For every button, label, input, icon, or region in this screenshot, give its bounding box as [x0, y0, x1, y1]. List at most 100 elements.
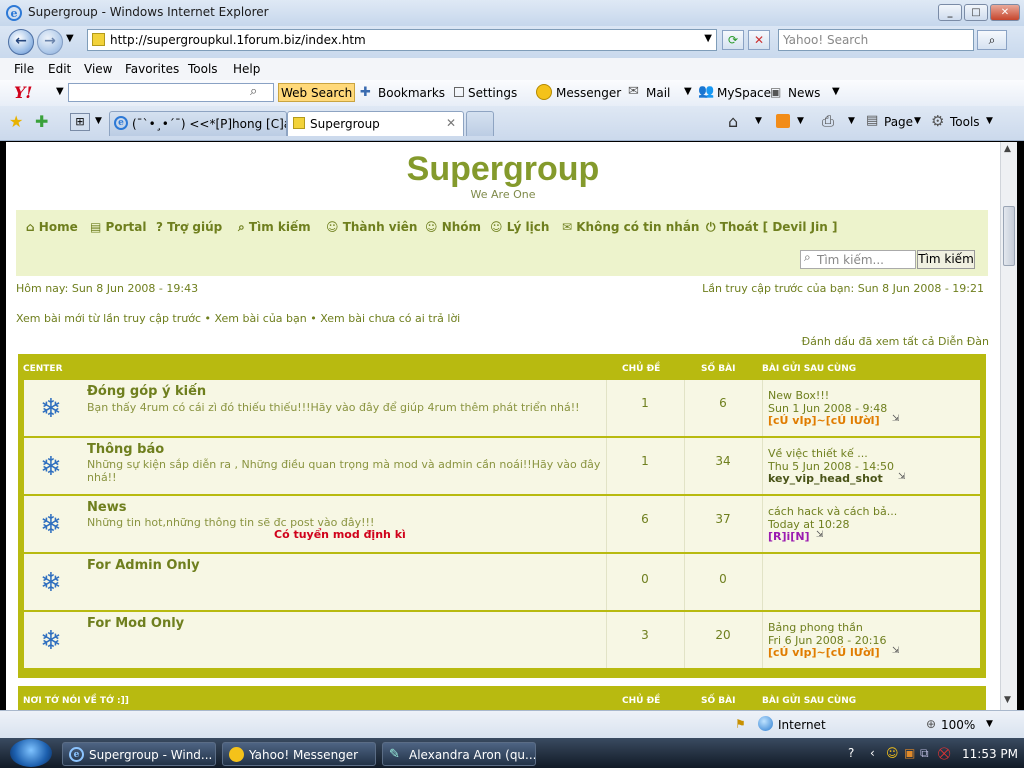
nav-portal[interactable]: ▤ Portal	[90, 220, 146, 234]
print-dropdown-icon[interactable]: ▼	[848, 116, 855, 126]
feed-dropdown-icon[interactable]: ▼	[797, 116, 804, 126]
history-dropdown-icon[interactable]: ▼	[66, 33, 74, 44]
search-links[interactable]: Xem bài mới từ lần truy cập trước • Xem …	[16, 312, 460, 325]
network-tray-icon[interactable]: ⧉	[920, 746, 929, 761]
taskbar-item-chat[interactable]: ✎ Alexandra Aron (qu...	[382, 742, 536, 766]
category-header[interactable]: CENTER	[23, 364, 63, 374]
category-header[interactable]: NƠI TỚ NÓI VỀ TỚ :]]	[23, 696, 129, 706]
nav-home[interactable]: ⌂ Home	[26, 220, 78, 234]
tab-phong-cach[interactable]: e (¯`•¸•´¯) <<*[P]hong [C]ách...	[109, 111, 287, 136]
last-post-title[interactable]: Bảng phong thần	[768, 621, 863, 634]
nav-profile[interactable]: ☺ Lý lịch	[490, 220, 549, 234]
nav-logout[interactable]: ⏻ Thoát [ Devil Jin ]	[706, 220, 837, 235]
toolbar-more-icon[interactable]: ▼	[832, 86, 840, 97]
nav-search[interactable]: ⌕ Tìm kiếm	[238, 220, 311, 235]
messenger-tray-icon[interactable]: ☺	[886, 746, 899, 760]
yahoo-toolbar-search-input[interactable]	[68, 83, 274, 102]
forward-button[interactable]: →	[37, 29, 63, 55]
start-orb-icon[interactable]	[10, 739, 52, 767]
close-tab-icon[interactable]: ✕	[446, 116, 456, 130]
forum-search-button[interactable]: Tìm kiếm	[917, 250, 975, 269]
taskbar-item-messenger[interactable]: Yahoo! Messenger	[222, 742, 376, 766]
messenger-button[interactable]: Messenger	[556, 86, 621, 100]
clock[interactable]: 11:53 PM	[962, 747, 1018, 761]
tab-list-dropdown-icon[interactable]: ▼	[95, 116, 102, 126]
minimize-button[interactable]: _	[938, 4, 962, 21]
menu-tools[interactable]: Tools	[188, 62, 218, 76]
goto-last-post-icon[interactable]: ⇲	[816, 530, 824, 540]
forum-search-input[interactable]: Tìm kiếm...	[800, 250, 916, 269]
menu-file[interactable]: File	[14, 62, 34, 76]
settings-button[interactable]: Settings	[468, 86, 517, 100]
scroll-up-icon[interactable]: ▲	[1004, 144, 1011, 154]
yahoo-logo-icon[interactable]: Y!	[14, 83, 32, 102]
zoom-dropdown-icon[interactable]: ▼	[986, 719, 993, 729]
rss-feed-icon[interactable]	[776, 114, 790, 128]
back-button[interactable]: ←	[8, 29, 34, 55]
last-post-title[interactable]: cách hack và cách bả...	[768, 505, 897, 518]
security-tray-icon[interactable]: ⛒	[938, 746, 950, 761]
nav-messages[interactable]: ✉ Không có tin nhắn	[562, 220, 699, 234]
last-post-user[interactable]: [R]i[N]	[768, 530, 810, 543]
taskbar-item-ie[interactable]: e Supergroup - Wind...	[62, 742, 216, 766]
vertical-scrollbar[interactable]: ▲ ▼	[1000, 142, 1017, 710]
print-icon[interactable]: ⎙	[822, 112, 834, 130]
forum-title[interactable]: Đóng góp ý kiến	[87, 384, 206, 399]
quick-tabs-icon[interactable]: ⊞	[70, 113, 90, 131]
menu-favorites[interactable]: Favorites	[125, 62, 179, 76]
address-dropdown-icon[interactable]: ▼	[704, 33, 712, 44]
nav-groups[interactable]: ☺ Nhóm	[425, 220, 481, 234]
home-icon[interactable]: ⌂	[728, 112, 738, 131]
goto-last-post-icon[interactable]: ⇲	[892, 414, 900, 424]
menu-help[interactable]: Help	[233, 62, 260, 76]
close-button[interactable]: ✕	[990, 4, 1020, 21]
tools-dropdown-icon[interactable]: ▼	[986, 116, 993, 126]
forum-title[interactable]: News	[87, 500, 126, 515]
page-menu-button[interactable]: Page	[884, 115, 913, 129]
scroll-down-icon[interactable]: ▼	[1004, 695, 1011, 705]
favorites-star-icon[interactable]: ★	[9, 112, 23, 131]
zoom-level[interactable]: 100%	[941, 718, 975, 732]
taskbar-label: Yahoo! Messenger	[249, 748, 359, 762]
forum-title[interactable]: For Mod Only	[87, 616, 184, 631]
tray-expand-icon[interactable]: ‹	[870, 746, 875, 760]
news-button[interactable]: News	[788, 86, 820, 100]
goto-last-post-icon[interactable]: ⇲	[898, 472, 906, 482]
maximize-button[interactable]: □	[964, 4, 988, 21]
tools-menu-button[interactable]: Tools	[950, 115, 980, 129]
last-post-user[interactable]: [cÚ vIp]~[cÚ lƯờI]	[768, 414, 880, 427]
add-favorite-icon[interactable]: ✚	[35, 112, 48, 131]
page-dropdown-icon[interactable]: ▼	[914, 116, 921, 126]
bookmarks-button[interactable]: Bookmarks	[378, 86, 445, 100]
menu-edit[interactable]: Edit	[48, 62, 71, 76]
yahoo-search-input[interactable]: Yahoo! Search	[778, 29, 974, 51]
nav-help[interactable]: ? Trợ giúp	[156, 220, 222, 234]
tray-app-icon[interactable]: ▣	[904, 746, 915, 760]
new-tab-button[interactable]	[466, 111, 494, 136]
web-search-button[interactable]: Web Search	[278, 83, 356, 102]
forum-title[interactable]: For Admin Only	[87, 558, 200, 573]
myspace-button[interactable]: MySpace	[717, 86, 771, 100]
menu-view[interactable]: View	[84, 62, 112, 76]
last-post-title[interactable]: Về việc thiết kế ...	[768, 447, 868, 460]
forum-title[interactable]: Thông báo	[87, 442, 164, 457]
refresh-button[interactable]: ⟳	[722, 30, 744, 50]
nav-members[interactable]: ☺ Thành viên	[326, 220, 417, 234]
last-post-user[interactable]: [cÚ vIp]~[cÚ lƯờI]	[768, 646, 880, 659]
mail-button[interactable]: Mail	[646, 86, 670, 100]
stop-button[interactable]: ✕	[748, 30, 770, 50]
nav-label: Thành viên	[342, 220, 418, 234]
last-post-title[interactable]: New Box!!!	[768, 389, 829, 402]
home-dropdown-icon[interactable]: ▼	[755, 116, 762, 126]
goto-last-post-icon[interactable]: ⇲	[892, 646, 900, 656]
tab-supergroup[interactable]: Supergroup ✕	[287, 111, 464, 136]
help-tray-icon[interactable]: ?	[848, 746, 854, 760]
mail-dropdown-icon[interactable]: ▼	[684, 86, 692, 97]
search-go-button[interactable]: ⌕	[977, 30, 1007, 50]
mark-all-read-link[interactable]: Đánh dấu đã xem tất cả Diễn Đàn	[802, 335, 989, 348]
yahoo-menu-dropdown-icon[interactable]: ▼	[56, 86, 64, 97]
last-post-user[interactable]: key_vip_head_shot	[768, 472, 883, 485]
site-title[interactable]: Supergroup	[6, 150, 1000, 189]
address-bar[interactable]: http://supergroupkul.1forum.biz/index.ht…	[87, 29, 717, 51]
scroll-thumb[interactable]	[1003, 206, 1015, 266]
